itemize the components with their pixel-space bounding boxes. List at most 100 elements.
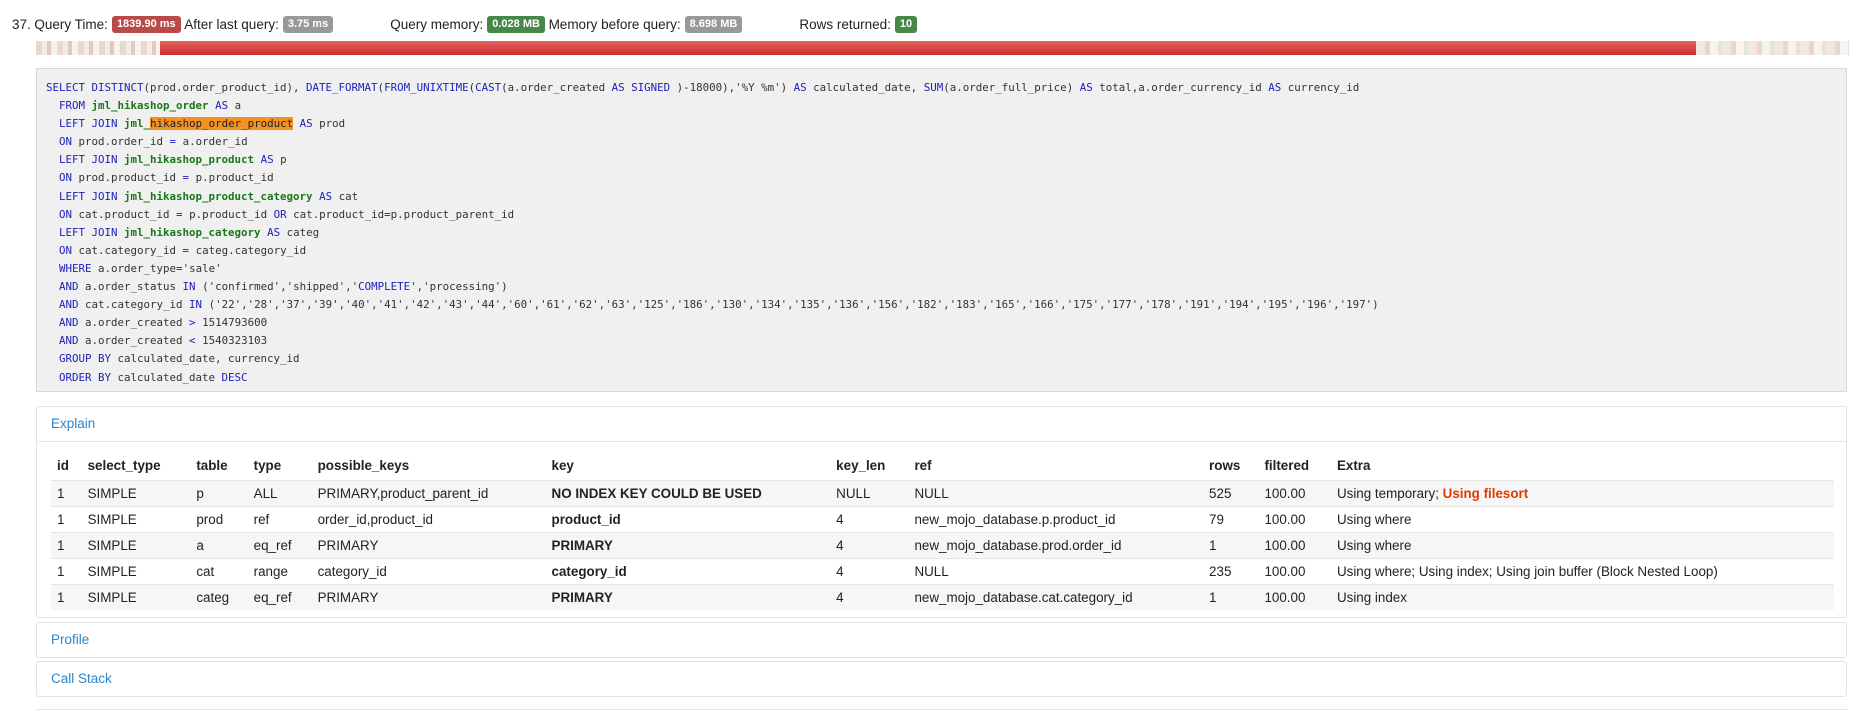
sql-text: calculated_date	[111, 370, 222, 384]
cell-ref: new_mojo_database.p.product_id	[908, 506, 1204, 533]
explain-table: id select_type table type possible_keys key ke…	[51, 450, 1834, 610]
sql-text: a.order_type	[91, 261, 177, 275]
sql-keyword: AS	[260, 153, 274, 167]
extra-text: Using where	[1336, 538, 1412, 553]
sql-keyword: COMPLETE	[358, 280, 411, 294]
cell-select-type: SIMPLE	[81, 584, 191, 610]
sql-line: LEFT JOIN jml_hikashop_product_category …	[46, 188, 1837, 206]
cell-ref: NULL	[908, 558, 1204, 585]
sql-text: p.product_parent_id	[390, 207, 515, 221]
cell-ref: NULL	[908, 480, 1204, 507]
sql-text: 'sale'	[182, 261, 222, 275]
sql-text: cat.product_id	[72, 207, 177, 221]
call-stack-toggle[interactable]: Call Stack	[37, 662, 1846, 696]
table-row: 1 SIMPLE p ALL PRIMARY,product_parent_id NO I…	[51, 480, 1834, 507]
sql-text: currency_id	[1281, 81, 1360, 94]
sql-keyword: AS	[319, 189, 333, 203]
extra-text: Using index	[1336, 590, 1407, 605]
sql-text: p.product_id	[182, 207, 274, 221]
sql-text: ('22','28','37','39','40','41','42','43'…	[202, 298, 1379, 312]
sql-text: )-18000),'%Y %m')	[670, 81, 794, 94]
cell-select-type: SIMPLE	[81, 558, 191, 585]
sql-text: calculated_date,	[806, 81, 924, 94]
cell-filtered: 100.00	[1258, 480, 1331, 507]
cell-possible-keys: order_id,product_id	[311, 506, 546, 533]
sql-line: LEFT JOIN jml_hikashop_product AS p	[46, 151, 1837, 169]
table-row: 1 SIMPLE categ eq_ref PRIMARY PRIMARY 4 new_moj…	[51, 584, 1834, 610]
sql-keyword: AND	[59, 280, 79, 294]
sql-keyword: AS	[267, 225, 281, 239]
column-header: select_type	[87, 457, 161, 473]
sql-keyword: ORDER BY	[59, 370, 112, 384]
timeline-prev-queries	[36, 41, 160, 55]
sql-text: categ	[280, 225, 320, 239]
sql-keyword: AS	[215, 99, 229, 113]
sql-line: AND a.order_created > 1514793600	[46, 314, 1837, 332]
cell-id: 1	[51, 532, 82, 559]
cell-rows: 79	[1203, 506, 1259, 533]
sql-text: (prod.order_product_id),	[143, 81, 307, 94]
cell-possible-keys: PRIMARY	[311, 532, 546, 559]
sql-text: prod.product_id	[72, 171, 183, 185]
sql-text: prod.order_id	[72, 135, 170, 149]
sql-text: 1514793600	[195, 316, 268, 330]
cell-filtered: 100.00	[1258, 584, 1331, 610]
cell-type: eq_ref	[247, 532, 312, 559]
sql-table-name: jml_	[124, 117, 151, 131]
cell-filtered: 100.00	[1258, 558, 1331, 585]
sql-text: a.order_created	[78, 334, 190, 348]
query-stats-line: 37. Query Time: 1839.90 ms After last qu…	[12, 15, 918, 33]
sql-text: ('confirmed','shipped','	[195, 280, 359, 294]
explain-toggle[interactable]: Explain	[37, 407, 1846, 441]
cell-type: range	[247, 558, 312, 585]
cell-filtered: 100.00	[1258, 506, 1331, 533]
column-header: filtered	[1264, 457, 1310, 473]
sql-keyword: LEFT JOIN	[59, 189, 118, 203]
sql-text: a.order_created	[78, 316, 190, 330]
timeline-current-query	[160, 41, 1696, 55]
cell-table: categ	[190, 584, 248, 610]
sql-text: cat.category_id	[72, 243, 183, 257]
sql-keyword: ON	[59, 135, 73, 149]
sql-keyword: ON	[59, 171, 73, 185]
cell-rows: 525	[1203, 480, 1259, 507]
sql-text: categ.category_id	[189, 243, 307, 257]
cell-extra: Using index	[1330, 584, 1834, 610]
extra-text: Using where	[1336, 512, 1412, 527]
explain-panel: Explain id select_type table type possible_k…	[36, 406, 1847, 618]
sql-keyword: IN	[182, 280, 196, 294]
cell-table: p	[190, 480, 248, 507]
column-header: possible_keys	[317, 457, 410, 473]
cell-extra: Using where; Using index; Using join buf…	[1330, 558, 1834, 585]
sql-keyword: LEFT JOIN	[59, 117, 118, 131]
sql-line: LEFT JOIN jml_hikashop_order_product AS …	[46, 115, 1837, 133]
cell-ref: new_mojo_database.cat.category_id	[908, 584, 1204, 610]
sql-keyword: AND	[59, 298, 79, 312]
extra-warning: Using filesort	[1442, 486, 1529, 501]
sql-line: SELECT DISTINCT(prod.order_product_id), …	[46, 79, 1837, 97]
cell-key: product_id	[545, 506, 831, 533]
sql-text: p	[273, 153, 287, 167]
sql-table-name: jml_hikashop_order	[91, 99, 209, 113]
cell-key: category_id	[545, 558, 831, 585]
profile-toggle[interactable]: Profile	[37, 623, 1846, 657]
cell-possible-keys: PRIMARY	[311, 584, 546, 610]
cell-table: cat	[190, 558, 248, 585]
cell-key-len: NULL	[830, 480, 909, 507]
column-header: type	[253, 457, 282, 473]
column-header: Extra	[1336, 457, 1371, 473]
sql-keyword: WHERE	[59, 261, 92, 275]
query-time-label: Query Time:	[34, 16, 108, 32]
sql-text: calculated_date, currency_id	[111, 352, 300, 366]
after-last-query-label: After last query:	[184, 16, 279, 32]
sql-table-name: jml_hikashop_category	[124, 225, 261, 239]
